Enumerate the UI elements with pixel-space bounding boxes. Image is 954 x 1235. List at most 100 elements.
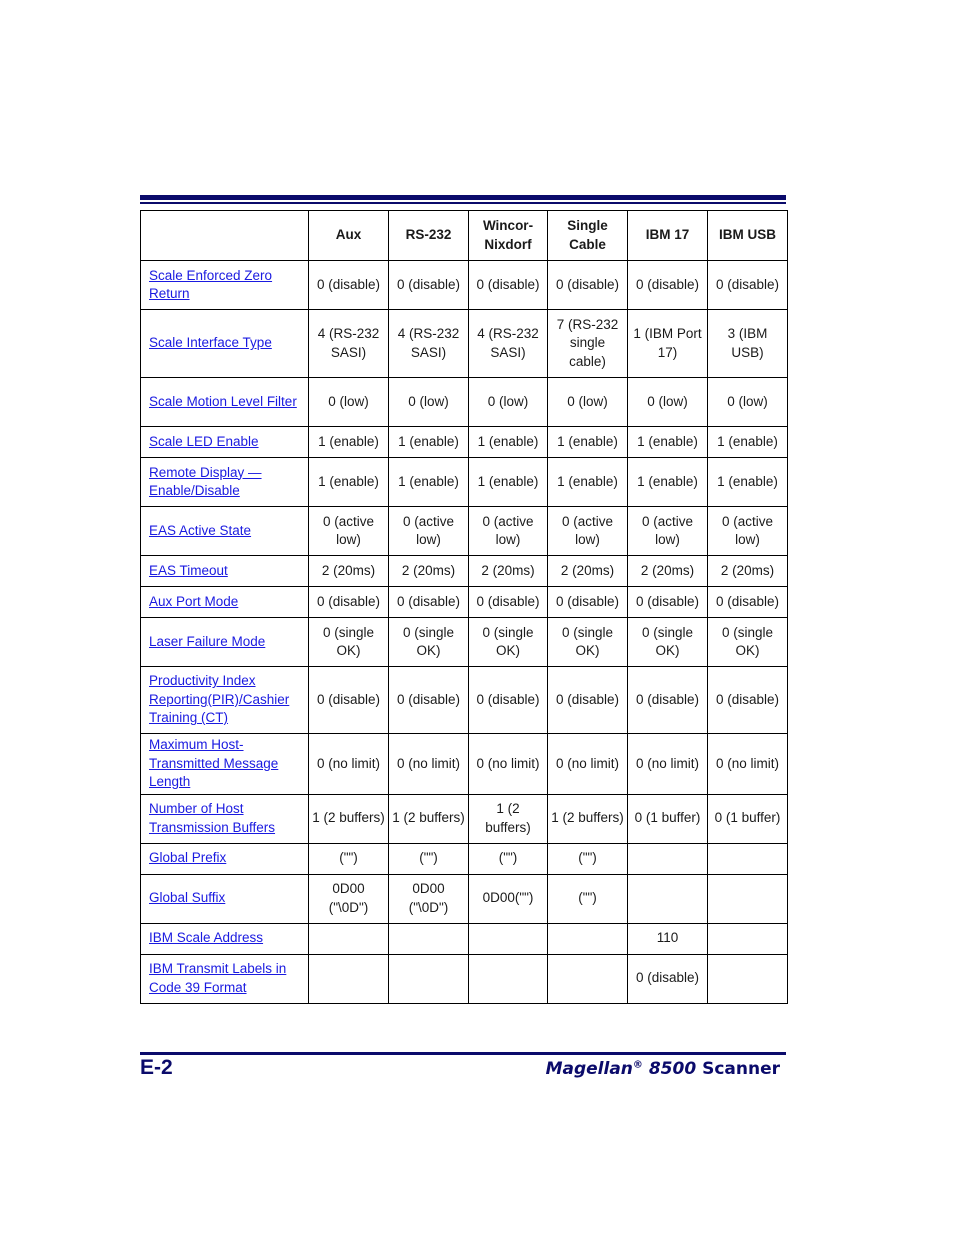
parameter-name-cell: Scale LED Enable [140, 426, 309, 458]
value-cell: 0D00("") [468, 873, 548, 924]
value-cell: 2 (20ms) [707, 555, 788, 587]
parameter-name-cell: Laser Failure Mode [140, 617, 309, 667]
value-cell: 0 (active low) [707, 506, 788, 556]
value-cell: ("") [388, 842, 469, 875]
value-cell: 0 (no limit) [707, 733, 788, 795]
value-cell: 1 (enable) [468, 426, 548, 458]
table-row: Scale Interface Type 4 (RS-232 SASI) 4 (RS… [140, 309, 788, 378]
value-cell: 2 (20ms) [547, 555, 628, 587]
table-row: Global Suffix 0D00 ("\0D") 0D00 ("\0D") 0D0… [140, 873, 788, 924]
value-cell: 0 (no limit) [547, 733, 628, 795]
value-cell: 0 (low) [547, 377, 628, 427]
parameter-link[interactable]: Scale Motion Level Filter [149, 394, 297, 409]
value-cell: 0 (low) [388, 377, 469, 427]
column-header: Single Cable [547, 210, 628, 261]
value-cell: 1 (enable) [627, 457, 708, 507]
parameter-name-cell: EAS Timeout [140, 555, 309, 587]
value-cell: 1 (2 buffers) [468, 793, 548, 844]
table-row: Global Prefix ("") ("") ("") ("") [140, 842, 788, 875]
table-row: Aux Port Mode 0 (disable) 0 (disable) 0 (di… [140, 586, 788, 618]
parameter-name-cell: Global Prefix [140, 842, 309, 875]
footer-rule [140, 1052, 786, 1055]
value-cell [707, 922, 788, 955]
value-cell: 1 (2 buffers) [547, 793, 628, 844]
product-model: 8500 [648, 1059, 697, 1079]
value-cell: 0 (low) [308, 377, 389, 427]
table-row: EAS Active State 0 (active low) 0 (active … [140, 506, 788, 556]
value-cell [468, 922, 548, 955]
parameter-link[interactable]: Global Prefix [149, 850, 226, 865]
table-row: IBM Transmit Labels in Code 39 Format 0 (… [140, 953, 788, 1004]
parameter-name-cell: EAS Active State [140, 506, 309, 556]
value-cell: 0 (single OK) [707, 617, 788, 667]
parameter-name-cell: Remote Display — Enable/Disable [140, 457, 309, 507]
parameter-name-cell: Scale Enforced Zero Return [140, 260, 309, 310]
parameter-name-cell: Maximum Host-Transmitted Message Length [140, 733, 309, 795]
table-row: Productivity Index Reporting(PIR)/Cashie… [140, 666, 788, 734]
value-cell: 1 (IBM Port 17) [627, 309, 708, 378]
parameter-name-cell: IBM Transmit Labels in Code 39 Format [140, 953, 309, 1004]
value-cell: ("") [468, 842, 548, 875]
value-cell [547, 953, 628, 1004]
parameter-link[interactable]: Productivity Index Reporting(PIR)/Cashie… [149, 673, 289, 725]
value-cell: 0 (disable) [627, 666, 708, 734]
header-rule [140, 195, 786, 200]
table-row: Laser Failure Mode 0 (single OK) 0 (single… [140, 617, 788, 667]
parameter-name-cell: Global Suffix [140, 873, 309, 924]
value-cell: 0 (disable) [308, 666, 389, 734]
table-row: Scale LED Enable 1 (enable) 1 (enable) 1 (e… [140, 426, 788, 458]
parameter-link[interactable]: Number of Host Transmission Buffers [149, 801, 275, 835]
value-cell: 7 (RS-232 single cable) [547, 309, 628, 378]
parameter-link[interactable]: Global Suffix [149, 890, 225, 905]
product-name: Magellan [545, 1059, 633, 1079]
value-cell: 0 (1 buffer) [707, 793, 788, 844]
value-cell: 0 (disable) [627, 586, 708, 618]
column-header: Aux [308, 210, 389, 261]
value-cell: 0 (no limit) [468, 733, 548, 795]
product-type: Scanner [702, 1059, 780, 1079]
parameter-link[interactable]: Maximum Host-Transmitted Message Length [149, 737, 278, 789]
table-row: EAS Timeout 2 (20ms) 2 (20ms) 2 (20ms) 2 (20… [140, 555, 788, 587]
parameter-link[interactable]: Remote Display — Enable/Disable [149, 465, 262, 499]
value-cell: 0 (no limit) [308, 733, 389, 795]
parameter-link[interactable]: Scale Interface Type [149, 335, 272, 350]
value-cell: 1 (enable) [308, 426, 389, 458]
value-cell: 2 (20ms) [468, 555, 548, 587]
value-cell: 0 (disable) [627, 953, 708, 1004]
value-cell: 0 (disable) [388, 586, 469, 618]
value-cell: 0D00 ("\0D") [388, 873, 469, 924]
table-row: Remote Display — Enable/Disable 1 (enable… [140, 457, 788, 507]
value-cell: 1 (enable) [547, 457, 628, 507]
parameter-link[interactable]: Laser Failure Mode [149, 634, 265, 649]
parameter-link[interactable]: IBM Transmit Labels in Code 39 Format [149, 961, 286, 995]
value-cell: 1 (enable) [308, 457, 389, 507]
value-cell: 4 (RS-232 SASI) [388, 309, 469, 378]
table-header-row: Aux RS-232 Wincor- Nixdorf Single Cable IBM … [140, 210, 788, 261]
parameter-name-cell: Aux Port Mode [140, 586, 309, 618]
value-cell: 0 (disable) [308, 260, 389, 310]
value-cell: 0 (disable) [547, 586, 628, 618]
value-cell: 0 (disable) [627, 260, 708, 310]
value-cell: 1 (enable) [388, 426, 469, 458]
value-cell: 3 (IBM USB) [707, 309, 788, 378]
value-cell [707, 873, 788, 924]
parameter-link[interactable]: EAS Timeout [149, 563, 228, 578]
value-cell: 0 (active low) [308, 506, 389, 556]
value-cell: ("") [547, 873, 628, 924]
parameter-link[interactable]: Scale Enforced Zero Return [149, 268, 272, 302]
parameter-link[interactable]: IBM Scale Address [149, 930, 263, 945]
value-cell: 4 (RS-232 SASI) [308, 309, 389, 378]
value-cell: 0 (single OK) [627, 617, 708, 667]
parameter-link[interactable]: EAS Active State [149, 523, 251, 538]
parameter-link[interactable]: Scale LED Enable [149, 434, 259, 449]
value-cell: 0 (disable) [707, 666, 788, 734]
value-cell [627, 842, 708, 875]
value-cell [547, 922, 628, 955]
parameter-name-cell: Number of Host Transmission Buffers [140, 793, 309, 844]
value-cell: 1 (enable) [468, 457, 548, 507]
value-cell: 0 (active low) [547, 506, 628, 556]
value-cell: 0 (disable) [547, 260, 628, 310]
table-row: IBM Scale Address 110 [140, 922, 788, 955]
parameter-link[interactable]: Aux Port Mode [149, 594, 238, 609]
registered-mark: ® [632, 1059, 643, 1071]
